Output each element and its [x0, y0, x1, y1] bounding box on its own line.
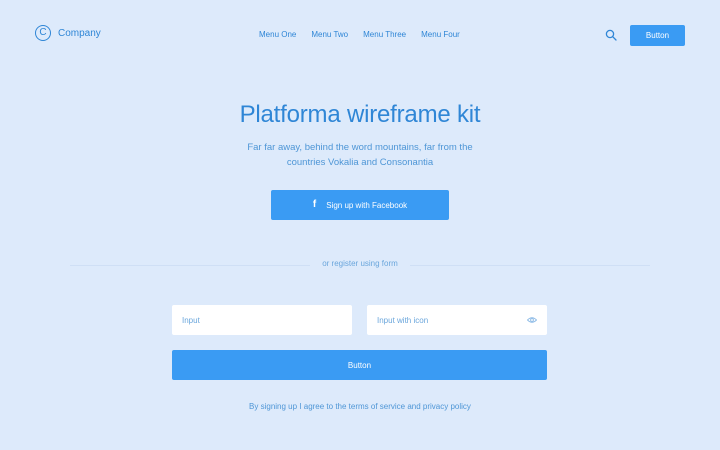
header-button[interactable]: Button [630, 25, 685, 46]
logo-mark-icon: C [35, 25, 51, 41]
brand-name: Company [58, 27, 101, 39]
menu-item-four[interactable]: Menu Four [421, 30, 460, 39]
hero-subtitle: Far far away, behind the word mountains,… [210, 140, 510, 170]
facebook-signup-button[interactable]: f Sign up with Facebook [271, 190, 449, 220]
facebook-signup-label: Sign up with Facebook [326, 200, 408, 210]
search-icon[interactable] [605, 29, 617, 41]
input-with-icon-placeholder: Input with icon [377, 315, 429, 325]
text-input[interactable]: Input [172, 305, 352, 335]
subtitle-line-1: Far far away, behind the word mountains,… [247, 142, 473, 153]
terms-text[interactable]: By signing up I agree to the terms of se… [0, 402, 720, 411]
page-title: Platforma wireframe kit [239, 101, 481, 126]
submit-button[interactable]: Button [172, 350, 547, 380]
logo[interactable]: C Company [35, 25, 101, 41]
subtitle-line-2: countries Vokalia and Consonantia [286, 157, 434, 168]
main-menu: Menu One Menu Two Menu Three Menu Four [259, 30, 460, 39]
facebook-icon: f [312, 199, 317, 210]
menu-item-two[interactable]: Menu Two [311, 30, 348, 39]
divider-text: or register using form [310, 259, 410, 268]
top-navigation: C Company Menu One Menu Two Menu Three M… [0, 0, 720, 70]
eye-icon[interactable] [527, 316, 537, 324]
text-input-with-icon[interactable]: Input with icon [367, 305, 547, 335]
input-placeholder: Input [182, 315, 200, 325]
menu-item-one[interactable]: Menu One [259, 30, 296, 39]
menu-item-three[interactable]: Menu Three [363, 30, 406, 39]
